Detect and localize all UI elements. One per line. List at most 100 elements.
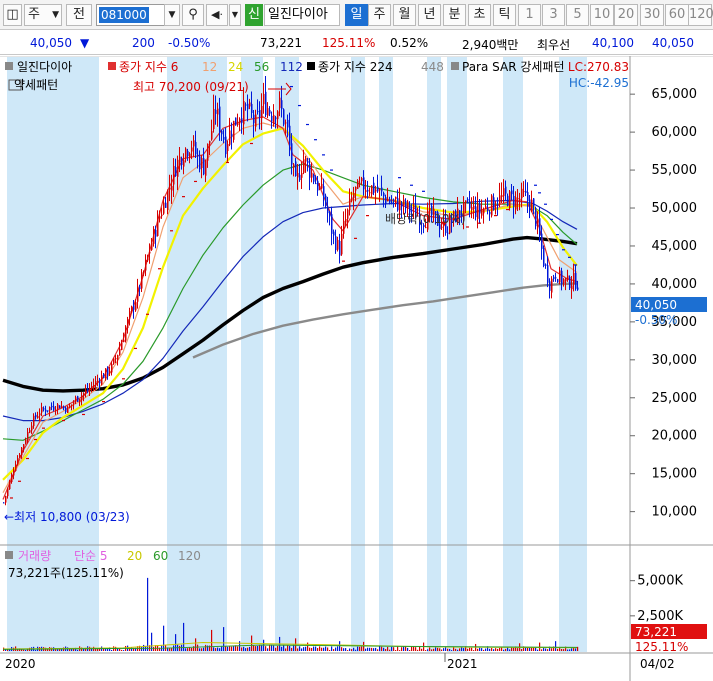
period-tab[interactable]: 틱 [493, 4, 516, 26]
price-body [253, 114, 255, 124]
price-body [17, 458, 19, 465]
volume-bar [509, 649, 511, 651]
price-body [251, 103, 253, 113]
volume-bar [297, 648, 299, 651]
price-body [413, 205, 415, 209]
code-dropdown-icon[interactable]: ▼ [164, 4, 180, 26]
price-body [69, 405, 71, 408]
period-tab[interactable]: 초 [468, 4, 491, 26]
price-body [267, 108, 269, 116]
volume-bar [195, 638, 197, 651]
price-body [67, 406, 69, 413]
price-body [145, 259, 147, 271]
price-body [393, 199, 395, 201]
price-body [479, 203, 481, 214]
period-tab[interactable]: 주 [368, 4, 391, 26]
interval-button[interactable]: 60 [665, 4, 689, 26]
price-body [15, 464, 17, 471]
volume-bar [343, 648, 345, 651]
price-body [293, 164, 295, 168]
price-body [177, 159, 179, 177]
stock-chart[interactable]: 10,00015,00020,00025,00030,00035,00040,0… [0, 56, 713, 681]
price-body [173, 165, 175, 185]
price-body [233, 121, 235, 140]
volume-bar [457, 649, 459, 651]
price-body [21, 447, 23, 456]
volume-bar [381, 646, 383, 651]
price-body [39, 413, 41, 416]
volume-bar [197, 644, 199, 651]
price-body [115, 358, 117, 360]
volume-bar [375, 647, 377, 651]
price-body [499, 195, 501, 205]
indicator-lc: LC:270.83 [568, 60, 629, 74]
price-body [535, 208, 537, 227]
indicator-hc: HC:-42.95 [569, 76, 629, 90]
volume-bar [203, 647, 205, 651]
price-body [119, 348, 121, 355]
price-body [5, 495, 7, 503]
interval-button[interactable]: 5 [566, 4, 589, 26]
pattern-band [559, 57, 587, 652]
volume-bar [471, 647, 473, 651]
price-body [507, 195, 509, 206]
price-body [219, 106, 221, 132]
current-pct-tag: -0.50% [635, 313, 677, 327]
price-body [205, 159, 207, 176]
volume-bar [317, 648, 319, 651]
price-body [277, 111, 279, 120]
price-body [175, 167, 177, 176]
price-body [497, 204, 499, 206]
price-body [335, 236, 337, 251]
pattern-band [351, 57, 365, 652]
interval-button[interactable]: 20 [614, 4, 638, 26]
market-select[interactable]: 주 ▼ [24, 4, 62, 26]
volume-bar [119, 648, 121, 651]
price-body [313, 175, 315, 182]
price-body [303, 159, 305, 173]
price-body [337, 240, 339, 250]
period-tab[interactable]: 월 [393, 4, 416, 26]
price-body [353, 193, 355, 198]
price-body [49, 406, 51, 411]
price-body [407, 201, 409, 208]
period-tab[interactable]: 분 [443, 4, 466, 26]
stock-code-input[interactable]: 081000 [96, 4, 174, 26]
period-tab[interactable]: 일 [345, 4, 368, 26]
chart-menu-icon[interactable]: ◫ [3, 4, 22, 26]
sound-icon[interactable]: ◀︎· [206, 4, 228, 26]
legend-ma-56: 56 [254, 60, 269, 74]
interval-button[interactable]: 10 [590, 4, 614, 26]
price-body [127, 318, 129, 329]
stock-name[interactable]: 일진다이아 [264, 4, 340, 26]
price-body [493, 197, 495, 210]
volume-bar [219, 648, 221, 651]
period-tab[interactable]: 년 [418, 4, 441, 26]
volume-bar [259, 644, 261, 651]
price-body [373, 182, 375, 193]
y-tick-label: 40,000 [652, 277, 698, 292]
interval-button[interactable]: 120 [688, 4, 713, 26]
volume-bar [477, 648, 479, 651]
interval-button[interactable]: 30 [640, 4, 664, 26]
volume-bar [335, 647, 337, 651]
volume-bar [183, 622, 185, 651]
search-icon[interactable]: ⚲ [182, 4, 204, 26]
volume-bar [233, 645, 235, 651]
price-body [361, 178, 363, 182]
price-body [11, 474, 13, 483]
price-body [77, 396, 79, 402]
volume-bar [441, 649, 443, 651]
interval-button[interactable]: 3 [542, 4, 565, 26]
price-body [255, 114, 257, 127]
interval-button[interactable]: 1 [518, 4, 541, 26]
volume-bar [205, 644, 207, 651]
volume-bar [379, 646, 381, 651]
price-body [369, 192, 371, 194]
prev-button[interactable]: 전 [66, 4, 92, 26]
price-body [491, 195, 493, 216]
volume-bar [455, 648, 457, 651]
sound-dropdown-icon[interactable]: ▼ [229, 4, 241, 26]
price-body [299, 174, 301, 181]
volume-bar [537, 649, 539, 651]
